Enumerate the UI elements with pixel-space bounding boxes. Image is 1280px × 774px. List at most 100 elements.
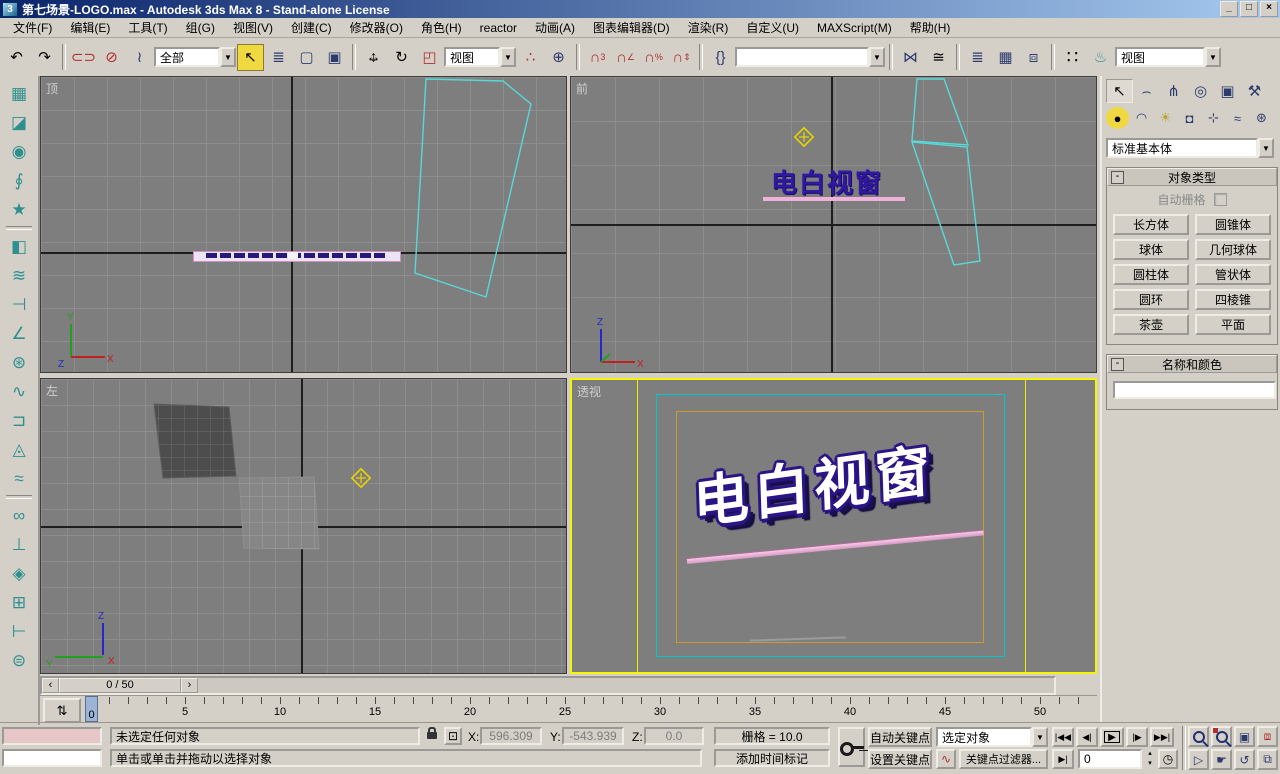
pyramid-button[interactable]: 四棱锥 [1195,289,1271,310]
auto-key-button[interactable]: 自动关键点 [868,727,932,747]
cloth-collection-icon[interactable]: ◪ [4,108,34,137]
select-by-name-button[interactable]: ≣ [265,44,292,71]
render-scene-button[interactable]: ♨ [1087,44,1114,71]
collapse-icon[interactable]: - [1111,358,1124,371]
reference-coordsys-dropdown[interactable]: 视图 ▼ [444,47,516,67]
select-object-button[interactable]: ↖ [237,44,264,71]
menu-graph-editors[interactable]: 图表编辑器(D) [584,17,679,38]
edit-named-selections-button[interactable]: {} [707,44,734,71]
plane-icon[interactable]: ◧ [4,232,34,261]
cameras-category-icon[interactable]: ◘ [1178,107,1201,129]
object-name-field[interactable] [1113,381,1276,399]
bind-to-spacewarp-icon[interactable]: ≀ [126,44,153,71]
track-bar[interactable]: ⇅ 5 10 15 20 25 30 35 40 45 50 0 [40,695,1097,723]
utilities-tab-icon[interactable]: ⚒ [1241,79,1268,103]
lights-category-icon[interactable]: ☀ [1154,107,1177,129]
menu-customize[interactable]: 自定义(U) [737,17,808,38]
shaded-plane-dark[interactable] [154,404,236,478]
select-and-link-icon[interactable]: ⊂⊃ [70,44,97,71]
modify-tab-icon[interactable]: ⌢ [1133,79,1160,103]
zoom-extents-all-button[interactable]: ⧈ [1257,726,1278,747]
window-crossing-toggle[interactable]: ▣ [321,44,348,71]
maxscript-mini-listener-white[interactable] [2,749,102,767]
selection-lock-toggle[interactable] [424,727,440,745]
absolute-mode-toggle[interactable]: ⊡ [444,727,462,745]
angle-snap-toggle[interactable]: ∩∠ [612,44,639,71]
chevron-down-icon[interactable]: ▼ [220,47,236,67]
spacewarps-category-icon[interactable]: ≈ [1226,107,1249,129]
collapse-icon[interactable]: - [1111,171,1124,184]
spinner-snap-toggle[interactable]: ∩⇕ [668,44,695,71]
current-frame-marker[interactable]: 0 [85,696,98,722]
align-button[interactable]: ≅ [925,44,952,71]
select-and-rotate-button[interactable]: ↻ [388,44,415,71]
chevron-down-icon[interactable]: ▼ [1205,47,1221,67]
toy-knot-icon[interactable]: ∞ [4,501,34,530]
object-type-rollout-header[interactable]: - 对象类型 [1107,168,1277,186]
toy-car-icon[interactable]: ⊐ [4,406,34,435]
go-to-end-button[interactable]: ▶▶| [1150,727,1174,747]
water-icon[interactable]: ≈ [4,464,34,493]
ragdoll-icon[interactable]: ⊥ [4,530,34,559]
set-keys-button[interactable] [838,727,865,767]
z-coordinate-field[interactable]: 0.0 [644,727,704,745]
viewport-left-label[interactable]: 左 [46,382,58,399]
geosphere-button[interactable]: 几何球体 [1195,239,1271,260]
motor-icon[interactable]: ⊛ [4,348,34,377]
name-color-rollout-header[interactable]: - 名称和颜色 [1107,355,1277,373]
menu-file[interactable]: 文件(F) [4,17,61,38]
key-mode-toggle-button[interactable]: ▶| [1052,749,1074,769]
redo-icon[interactable]: ↷ [31,44,58,71]
viewport-perspective[interactable]: 透视 电白视窗 [570,378,1097,674]
spinner-up-icon[interactable]: ▴ [1144,749,1156,759]
menu-maxscript[interactable]: MAXScript(M) [808,19,901,37]
hierarchy-tab-icon[interactable]: ⋔ [1160,79,1187,103]
geometry-category-icon[interactable]: ● [1106,107,1129,129]
viewport-front[interactable]: 前 电白视窗 Z X [570,76,1097,373]
autogrid-checkbox[interactable] [1214,193,1227,206]
zoom-all-button[interactable] [1211,726,1232,747]
motion-tab-icon[interactable]: ◎ [1187,79,1214,103]
schematic-view-button[interactable]: ⧈ [1020,44,1047,71]
frame-spinner[interactable]: ▴ ▾ [1144,749,1156,769]
menu-edit[interactable]: 编辑(E) [61,17,119,38]
snap-toggle-3d-button[interactable]: ∩3 [584,44,611,71]
previous-frame-button[interactable]: ◀| [1076,727,1098,747]
menu-reactor[interactable]: reactor [471,19,526,37]
menu-create[interactable]: 创建(C) [282,17,341,38]
box-button[interactable]: 长方体 [1113,214,1189,235]
open-mini-curve-editor-button[interactable]: ⇅ [43,698,81,723]
selection-filter-dropdown[interactable]: 全部 ▼ [154,47,236,67]
sphere-button[interactable]: 球体 [1113,239,1189,260]
torus-button[interactable]: 圆环 [1113,289,1189,310]
shaded-plane-light[interactable] [239,477,319,549]
render-type-dropdown[interactable]: 视图 ▼ [1115,47,1221,67]
y-coordinate-field[interactable]: -543.939 [562,727,624,745]
unlink-selection-icon[interactable]: ⊘ [98,44,125,71]
zoom-button[interactable] [1188,726,1209,747]
menu-views[interactable]: 视图(V) [224,17,282,38]
viewport-top-label[interactable]: 顶 [46,80,58,97]
menu-tools[interactable]: 工具(T) [119,17,176,38]
systems-category-icon[interactable]: ⊛ [1250,107,1273,129]
chair-constraint-icon[interactable]: ⊢ [4,617,34,646]
zoom-extents-button[interactable]: ▣ [1234,726,1255,747]
display-tab-icon[interactable]: ▣ [1214,79,1241,103]
arc-rotate-button[interactable]: ↺ [1234,749,1255,770]
cylinder-button[interactable]: 圆柱体 [1113,264,1189,285]
app-icon[interactable]: 3 [2,2,18,17]
shapes-category-icon[interactable]: ◠ [1130,107,1153,129]
maxscript-mini-listener-pink[interactable] [2,727,102,745]
logo-underline-front[interactable] [763,197,905,201]
logo-text-front[interactable]: 电白视窗 [771,163,883,200]
minimize-button[interactable]: _ [1220,1,1238,17]
viewport-left[interactable]: 左 Z Y X [40,378,567,674]
curve-toggle-button[interactable]: ∿ [936,749,956,769]
primitive-category-dropdown[interactable]: 标准基本体 ▼ [1106,138,1274,158]
rectangular-selection-region-button[interactable]: ▢ [293,44,320,71]
current-frame-field[interactable]: 0 [1078,749,1142,769]
set-key-button[interactable]: 设置关键点 [868,749,932,769]
pan-button[interactable]: ☛ [1211,749,1232,770]
add-time-tag[interactable]: 添加时间标记 [714,749,830,767]
maximize-viewport-toggle[interactable]: ⧉ [1257,749,1278,770]
